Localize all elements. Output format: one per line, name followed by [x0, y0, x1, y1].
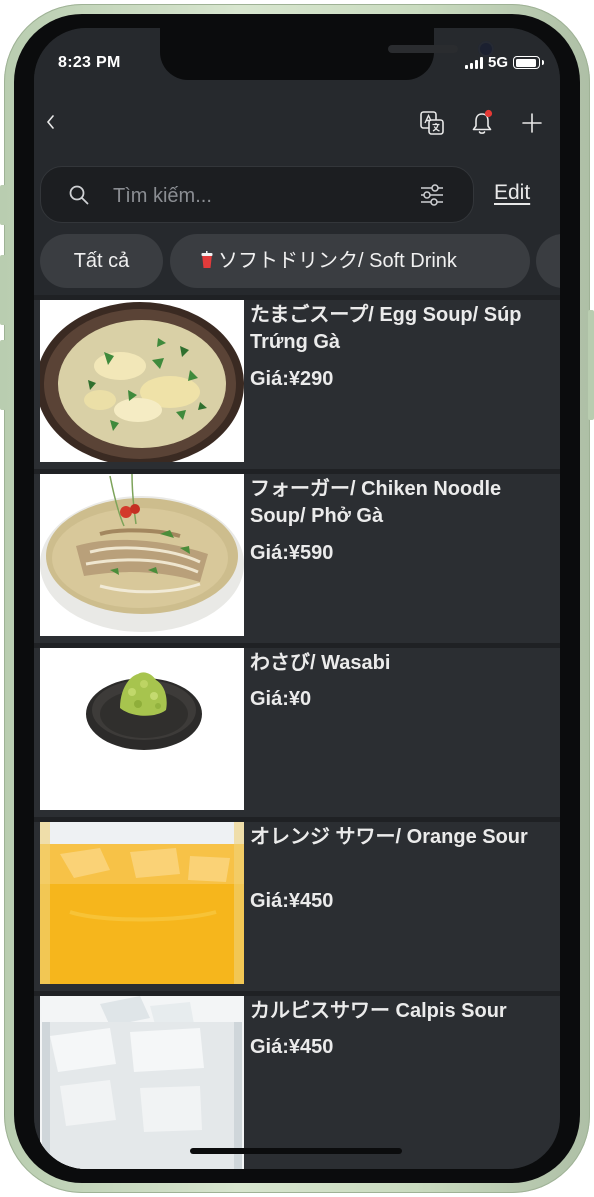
- plus-icon: [522, 113, 542, 133]
- tab-next-partial[interactable]: [536, 234, 560, 288]
- menu-item-name: たまごスープ/ Egg Soup/ Súp Trứng Gà: [250, 304, 522, 353]
- category-tabs: Tất cả ソフトドリンク/ Soft Drink: [34, 227, 560, 295]
- tab-soft-drink[interactable]: ソフトドリンク/ Soft Drink: [170, 234, 530, 288]
- tab-all[interactable]: Tất cả: [40, 234, 163, 288]
- front-camera: [478, 41, 494, 57]
- menu-item-name: わさび/ Wasabi: [250, 652, 391, 674]
- wasabi-photo: [40, 648, 244, 810]
- menu-item-price: Giá:¥290: [250, 368, 334, 390]
- menu-item[interactable]: フォーガー/ Chiken Noodle Soup/ Phở Gà Giá:¥5…: [34, 474, 560, 643]
- menu-item-price: Giá:¥450: [250, 1036, 334, 1058]
- home-indicator[interactable]: [190, 1148, 402, 1154]
- search-row: Edit: [34, 163, 560, 227]
- network-type: 5G: [487, 54, 508, 71]
- menu-item[interactable]: わさび/ Wasabi Giá:¥0: [34, 648, 560, 817]
- top-navbar: [34, 83, 560, 163]
- menu-item-price: Giá:¥0: [250, 688, 312, 710]
- app-screen: 8:23 PM 5G Tìm kiếm... Edit Tất cả ソフトドリ…: [34, 28, 560, 1169]
- notch: [160, 28, 494, 80]
- power-button: [588, 310, 594, 420]
- menu-item-price: Giá:¥590: [250, 542, 334, 564]
- translate-icon: [420, 111, 444, 135]
- search-box[interactable]: [40, 166, 474, 223]
- battery-icon: [513, 56, 544, 69]
- menu-item[interactable]: たまごスープ/ Egg Soup/ Súp Trứng Gà Giá:¥290: [34, 300, 560, 469]
- volume-down-button: [0, 340, 6, 410]
- tab-soft-drink-label: ソフトドリンク/ Soft Drink: [218, 250, 457, 272]
- pho-ga-photo: [40, 474, 244, 636]
- menu-item[interactable]: オレンジ サワー/ Orange Sour Giá:¥450: [34, 822, 560, 991]
- filter-sliders-icon[interactable]: [419, 183, 445, 207]
- speaker-grille: [388, 45, 458, 53]
- battery-level: [515, 58, 537, 67]
- back-button[interactable]: [44, 111, 64, 135]
- menu-item-name: オレンジ サワー/ Orange Sour: [250, 826, 528, 848]
- bell-icon: [472, 109, 493, 134]
- status-time: 8:23 PM: [58, 54, 121, 71]
- cup-icon: [201, 250, 213, 268]
- search-icon: [69, 185, 89, 205]
- menu-item-price: Giá:¥450: [250, 890, 334, 912]
- notification-button[interactable]: [468, 109, 496, 137]
- menu-item-name: フォーガー/ Chiken Noodle Soup/ Phở Gà: [250, 478, 502, 527]
- volume-up-button: [0, 255, 6, 325]
- tab-all-label: Tất cả: [73, 250, 130, 272]
- chevron-left-icon: [46, 115, 54, 129]
- add-button[interactable]: [518, 109, 546, 137]
- signal-icon: [464, 56, 483, 69]
- menu-item-name: カルピスサワー Calpis Sour: [250, 1000, 507, 1022]
- search-input[interactable]: [111, 179, 405, 213]
- menu-item[interactable]: カルピスサワー Calpis Sour Giá:¥450: [34, 996, 560, 1169]
- orange-sour-photo: [40, 822, 244, 984]
- edit-button[interactable]: Edit: [494, 181, 530, 205]
- calpis-sour-photo: [40, 996, 244, 1169]
- translate-button[interactable]: [418, 109, 446, 137]
- status-indicators: 5G: [464, 54, 544, 71]
- egg-soup-photo: [40, 300, 244, 462]
- silent-switch: [0, 185, 6, 225]
